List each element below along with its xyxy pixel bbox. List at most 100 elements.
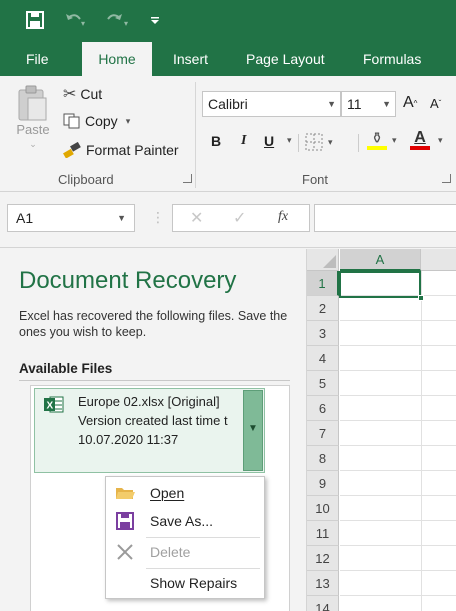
grid-row[interactable] bbox=[340, 371, 456, 396]
paste-dropdown-icon[interactable]: ⌄ bbox=[29, 139, 37, 150]
grid-row[interactable] bbox=[340, 396, 456, 421]
bold-button[interactable]: B bbox=[211, 133, 221, 149]
fill-color-button[interactable]: ⚱ bbox=[367, 129, 387, 150]
undo-icon[interactable]: ▾ bbox=[64, 8, 86, 32]
title-bar: ▾ ▾ bbox=[0, 0, 456, 42]
row-header[interactable]: 14 bbox=[307, 596, 339, 611]
chevron-down-icon[interactable]: ▾ bbox=[392, 135, 397, 146]
file-item-dropdown-button[interactable]: ▼ bbox=[243, 390, 263, 471]
grid-row[interactable] bbox=[340, 571, 456, 596]
column-header-b[interactable] bbox=[421, 249, 456, 271]
grid-row[interactable] bbox=[340, 346, 456, 371]
menu-item-save-as[interactable]: Save As... bbox=[106, 507, 264, 535]
copy-icon bbox=[63, 113, 80, 129]
menu-item-show-repairs[interactable]: Show Repairs bbox=[106, 569, 264, 597]
tab-insert[interactable]: Insert bbox=[163, 42, 218, 76]
save-icon[interactable] bbox=[26, 8, 44, 32]
row-header[interactable]: 8 bbox=[307, 446, 339, 471]
cancel-icon[interactable]: ✕ bbox=[190, 208, 203, 228]
underline-button[interactable]: U bbox=[264, 133, 274, 149]
tab-home[interactable]: Home bbox=[82, 42, 152, 76]
select-all-button[interactable] bbox=[307, 249, 339, 271]
column-header-a[interactable]: A bbox=[340, 249, 421, 271]
shrink-font-button[interactable]: Aˇ bbox=[430, 96, 441, 111]
redo-icon[interactable]: ▾ bbox=[106, 8, 130, 32]
svg-text:▾: ▾ bbox=[81, 19, 85, 28]
chevron-down-icon[interactable]: ▾ bbox=[438, 135, 443, 146]
selected-cell-a1[interactable] bbox=[339, 271, 421, 298]
paste-button[interactable]: Paste ⌄ bbox=[16, 84, 50, 150]
font-group-label: Font bbox=[302, 172, 329, 187]
menu-item-label: Save As... bbox=[150, 513, 214, 529]
font-name-value: Calibri bbox=[208, 96, 248, 112]
font-launcher-icon[interactable] bbox=[442, 174, 451, 183]
grid-row[interactable] bbox=[340, 421, 456, 446]
borders-button[interactable]: ▾ bbox=[305, 133, 333, 151]
tab-page-layout[interactable]: Page Layout bbox=[236, 42, 335, 76]
copy-button[interactable]: Copy ▾ bbox=[63, 113, 130, 129]
enter-icon[interactable]: ✓ bbox=[233, 208, 246, 228]
ribbon-tabs: File Home Insert Page Layout Formulas bbox=[0, 42, 456, 76]
file-context-menu: Open Save As... Delete Show Repairs bbox=[105, 476, 265, 599]
copy-dropdown-icon[interactable]: ▾ bbox=[126, 116, 131, 127]
row-header[interactable]: 12 bbox=[307, 546, 339, 571]
row-header[interactable]: 5 bbox=[307, 371, 339, 396]
row-header[interactable]: 11 bbox=[307, 521, 339, 546]
tab-file[interactable]: File bbox=[16, 42, 59, 76]
format-painter-icon bbox=[63, 142, 81, 158]
row-header[interactable]: 7 bbox=[307, 421, 339, 446]
formula-input[interactable] bbox=[314, 204, 456, 232]
format-painter-label: Format Painter bbox=[86, 142, 179, 158]
row-header[interactable]: 10 bbox=[307, 496, 339, 521]
clipboard-launcher-icon[interactable] bbox=[183, 174, 192, 183]
grid-row[interactable] bbox=[340, 521, 456, 546]
grow-font-button[interactable]: A ^ bbox=[403, 94, 417, 112]
formula-bar: A1 ▼ ⋮ ✕ ✓ fx bbox=[0, 193, 456, 248]
menu-item-label: Delete bbox=[150, 544, 191, 560]
pane-description: Excel has recovered the following files.… bbox=[19, 309, 288, 339]
menu-item-label: Show Repairs bbox=[150, 575, 238, 591]
chevron-down-icon: ▼ bbox=[117, 213, 126, 223]
clipboard-group-label: Clipboard bbox=[58, 172, 114, 187]
chevron-down-icon: ▼ bbox=[327, 99, 336, 109]
font-color-button[interactable]: A bbox=[410, 129, 430, 150]
insert-function-button[interactable]: fx bbox=[278, 209, 288, 225]
grid-row[interactable] bbox=[340, 546, 456, 571]
menu-item-open[interactable]: Open bbox=[106, 479, 264, 507]
row-header[interactable]: 1 bbox=[307, 271, 339, 296]
customize-qat-icon[interactable] bbox=[150, 8, 160, 32]
format-painter-button[interactable]: Format Painter bbox=[63, 142, 179, 158]
grid-row[interactable] bbox=[340, 596, 456, 611]
pane-title: Document Recovery bbox=[19, 267, 237, 294]
italic-button[interactable]: I bbox=[241, 133, 246, 149]
grid-row[interactable] bbox=[340, 321, 456, 346]
save-icon bbox=[114, 511, 136, 531]
font-size-combo[interactable]: 11 ▼ bbox=[341, 91, 396, 117]
grid-row[interactable] bbox=[340, 496, 456, 521]
row-header[interactable]: 4 bbox=[307, 346, 339, 371]
column-gridline bbox=[421, 271, 422, 611]
formula-bar-grip-icon: ⋮ bbox=[151, 209, 165, 225]
row-header[interactable]: 9 bbox=[307, 471, 339, 496]
chevron-down-icon: ▼ bbox=[248, 423, 258, 434]
delete-icon bbox=[114, 542, 136, 562]
spreadsheet-grid: A 1 2 3 4 5 6 7 8 9 10 11 12 13 14 bbox=[306, 249, 456, 611]
fill-handle[interactable] bbox=[418, 295, 424, 301]
paste-icon bbox=[18, 85, 47, 121]
grid-row[interactable] bbox=[340, 296, 456, 321]
grid-row[interactable] bbox=[340, 471, 456, 496]
menu-item-delete[interactable]: Delete bbox=[106, 538, 264, 566]
font-size-value: 11 bbox=[347, 96, 362, 112]
font-name-combo[interactable]: Calibri ▼ bbox=[202, 91, 341, 117]
row-header[interactable]: 2 bbox=[307, 296, 339, 321]
tab-formulas[interactable]: Formulas bbox=[353, 42, 431, 76]
row-header[interactable]: 6 bbox=[307, 396, 339, 421]
grid-row[interactable] bbox=[340, 446, 456, 471]
cut-button[interactable]: ✂ Cut bbox=[63, 84, 102, 104]
copy-label: Copy bbox=[85, 113, 118, 129]
row-header[interactable]: 3 bbox=[307, 321, 339, 346]
name-box[interactable]: A1 ▼ bbox=[7, 204, 135, 232]
underline-dropdown-icon[interactable]: ▾ bbox=[287, 135, 292, 146]
available-files-heading: Available Files bbox=[19, 361, 113, 376]
row-header[interactable]: 13 bbox=[307, 571, 339, 596]
